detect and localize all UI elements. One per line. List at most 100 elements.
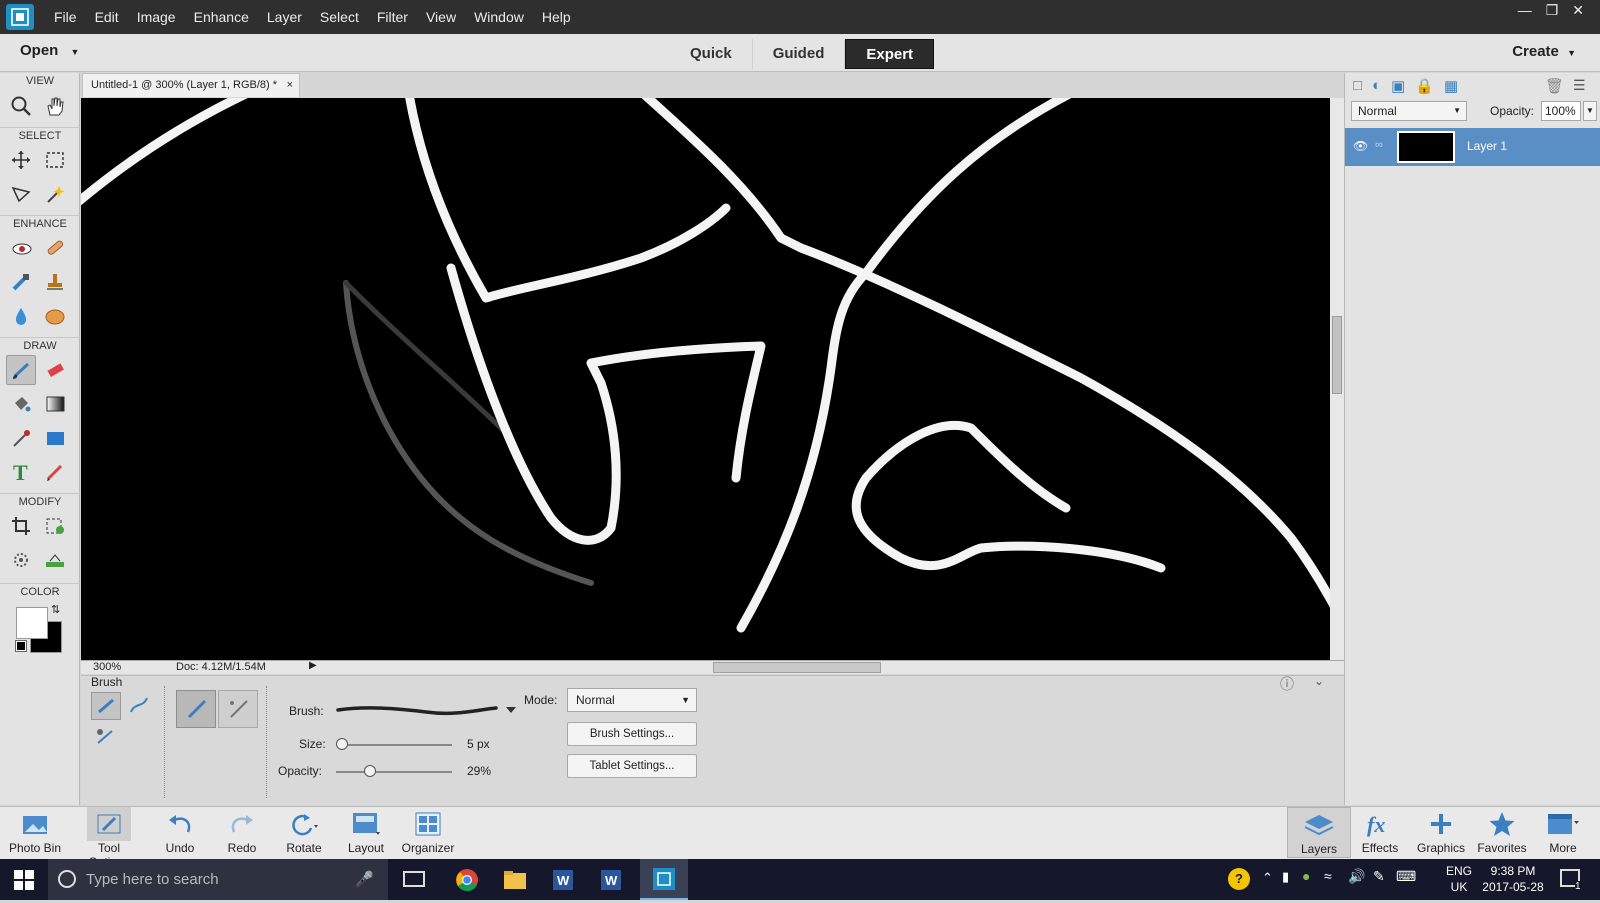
chevron-up-icon[interactable]: ⌃ xyxy=(1262,870,1273,886)
keyboard-icon[interactable]: ⌨ xyxy=(1396,868,1416,885)
create-button[interactable]: Create ▼ xyxy=(1512,43,1576,60)
redo-button[interactable]: Redo xyxy=(210,807,274,855)
hand-tool-icon[interactable] xyxy=(40,91,70,121)
pen-icon[interactable]: ✎ xyxy=(1373,868,1385,885)
menu-view[interactable]: View xyxy=(417,9,465,25)
language-indicator[interactable]: ENG UK xyxy=(1446,863,1472,895)
security-icon[interactable]: ● xyxy=(1302,868,1310,884)
sponge-tool-icon[interactable] xyxy=(40,301,70,331)
vertical-scroll-thumb[interactable] xyxy=(1332,316,1342,394)
pencil-tool-icon[interactable] xyxy=(40,457,70,487)
chrome-icon[interactable] xyxy=(455,868,479,895)
task-view-icon[interactable] xyxy=(403,871,425,887)
layout-button[interactable]: Layout xyxy=(334,807,398,855)
lock-icon[interactable]: 🔒 xyxy=(1415,77,1434,95)
brush-settings-button[interactable]: Brush Settings... xyxy=(567,722,697,746)
tab-quick[interactable]: Quick xyxy=(670,39,753,69)
menu-help[interactable]: Help xyxy=(533,9,580,25)
visibility-eye-icon[interactable]: 👁 xyxy=(1353,139,1368,153)
opacity-slider-knob[interactable] xyxy=(363,765,376,777)
tab-guided[interactable]: Guided xyxy=(753,39,846,69)
brush-preset-picker[interactable] xyxy=(336,696,516,724)
recompose-tool-icon[interactable] xyxy=(40,511,70,541)
brush-variant-icon[interactable] xyxy=(91,692,121,720)
status-arrow-icon[interactable]: ▶ xyxy=(309,660,317,671)
magic-wand-icon[interactable] xyxy=(40,179,70,209)
opacity-dropdown-icon[interactable]: ▼ xyxy=(1583,101,1597,121)
size-slider-knob[interactable] xyxy=(336,738,348,750)
new-layer-icon[interactable]: □ xyxy=(1353,77,1362,95)
panel-menu-icon[interactable]: ☰ xyxy=(1573,77,1586,94)
minimize-icon[interactable]: — xyxy=(1518,2,1532,18)
battery-icon[interactable]: ▮ xyxy=(1282,869,1289,885)
effects-button[interactable]: fx Effects xyxy=(1348,807,1412,855)
menu-image[interactable]: Image xyxy=(128,9,185,25)
swap-colors-icon[interactable]: ⇅ xyxy=(51,603,60,616)
gradient-tool-icon[interactable] xyxy=(40,389,70,419)
menu-window[interactable]: Window xyxy=(465,9,533,25)
document-tab[interactable]: Untitled-1 @ 300% (Layer 1, RGB/8) * × xyxy=(82,73,300,97)
straighten-tool-icon[interactable] xyxy=(40,545,70,575)
tablet-settings-button[interactable]: Tablet Settings... xyxy=(567,754,697,778)
layers-button[interactable]: Layers xyxy=(1287,807,1351,858)
layer-row[interactable]: 👁 ∞ Layer 1 xyxy=(1345,128,1600,166)
horizontal-scroll-thumb[interactable] xyxy=(713,662,881,673)
menu-select[interactable]: Select xyxy=(311,9,368,25)
microphone-icon[interactable]: 🎤 xyxy=(355,859,374,900)
blend-mode-select[interactable]: Normal ▼ xyxy=(1351,101,1467,121)
size-slider-track[interactable] xyxy=(336,744,452,746)
zoom-level[interactable]: 300% xyxy=(93,661,121,673)
favorites-button[interactable]: Favorites xyxy=(1470,807,1534,855)
clone-stamp-icon[interactable] xyxy=(40,267,70,297)
restore-icon[interactable]: ❐ xyxy=(1546,2,1559,19)
crop-tool-icon[interactable] xyxy=(6,511,36,541)
close-icon[interactable]: ✕ xyxy=(1572,2,1584,19)
organizer-button[interactable]: Organizer xyxy=(396,807,460,855)
color-replacement-icon[interactable] xyxy=(91,724,121,752)
menu-file[interactable]: File xyxy=(45,9,86,25)
impressionist-brush-icon[interactable] xyxy=(125,692,155,720)
shape-tool-icon[interactable] xyxy=(40,423,70,453)
smart-brush-icon[interactable] xyxy=(6,267,36,297)
taskbar-search-input[interactable]: Type here to search 🎤 xyxy=(48,859,388,900)
file-explorer-icon[interactable] xyxy=(503,870,527,893)
marquee-tool-icon[interactable] xyxy=(40,145,70,175)
word-icon[interactable]: W xyxy=(599,868,623,895)
help-icon[interactable]: ⓘ xyxy=(1280,674,1294,694)
menu-enhance[interactable]: Enhance xyxy=(185,9,258,25)
photoshop-elements-taskbar-icon[interactable] xyxy=(640,859,688,900)
eyedropper-icon[interactable] xyxy=(6,423,36,453)
windows-start-icon[interactable] xyxy=(14,870,34,893)
opacity-slider-track[interactable] xyxy=(336,771,452,773)
delete-layer-icon[interactable]: 🗑 xyxy=(1545,77,1564,95)
zoom-tool-icon[interactable] xyxy=(6,91,36,121)
menu-edit[interactable]: Edit xyxy=(86,9,128,25)
layer-opacity-input[interactable]: 100% xyxy=(1541,101,1581,121)
image-canvas[interactable] xyxy=(81,98,1330,660)
foreground-color-swatch[interactable] xyxy=(16,607,48,639)
layer-mask-icon[interactable]: ▣ xyxy=(1391,77,1405,95)
word-online-icon[interactable]: W xyxy=(551,868,575,895)
photo-bin-button[interactable]: Photo Bin xyxy=(3,807,67,855)
collapse-chevron-icon[interactable]: ⌄ xyxy=(1314,674,1324,688)
tab-expert[interactable]: Expert xyxy=(845,39,935,69)
lock-all-icon[interactable]: ▦ xyxy=(1444,77,1458,95)
default-colors-icon[interactable] xyxy=(15,640,27,652)
brush-tool-icon[interactable] xyxy=(6,355,36,385)
open-button[interactable]: Open ▼ xyxy=(20,42,79,59)
volume-icon[interactable]: 🔊 xyxy=(1348,868,1365,885)
graphics-button[interactable]: Graphics xyxy=(1409,807,1473,855)
airbrush-off-icon[interactable] xyxy=(176,690,216,728)
help-icon[interactable]: ? xyxy=(1228,868,1250,890)
healing-brush-icon[interactable] xyxy=(40,233,70,263)
move-tool-icon[interactable] xyxy=(6,145,36,175)
link-icon[interactable]: ∞ xyxy=(1375,139,1383,151)
close-tab-icon[interactable]: × xyxy=(287,74,293,96)
eraser-tool-icon[interactable] xyxy=(40,355,70,385)
adjustment-layer-icon[interactable]: ◐ xyxy=(1372,77,1381,95)
content-aware-move-icon[interactable] xyxy=(6,545,36,575)
undo-button[interactable]: Undo xyxy=(148,807,212,855)
clock[interactable]: 9:38 PM 2017-05-28 xyxy=(1478,863,1548,895)
more-button[interactable]: More xyxy=(1531,807,1595,855)
paint-bucket-icon[interactable] xyxy=(6,389,36,419)
